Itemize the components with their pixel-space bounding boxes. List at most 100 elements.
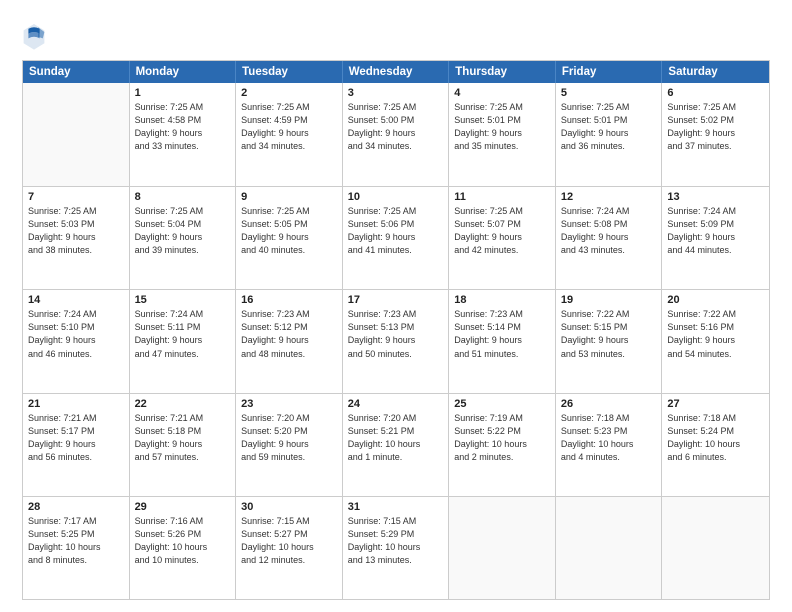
day-number: 26 (561, 398, 657, 410)
calendar-cell: 9 Sunrise: 7:25 AM Sunset: 5:05 PM Daylig… (236, 187, 343, 289)
calendar-cell (556, 497, 663, 599)
calendar-cell: 22 Sunrise: 7:21 AM Sunset: 5:18 PM Dayli… (130, 394, 237, 496)
calendar-cell: 2 Sunrise: 7:25 AM Sunset: 4:59 PM Daylig… (236, 83, 343, 186)
calendar-cell: 3 Sunrise: 7:25 AM Sunset: 5:00 PM Daylig… (343, 83, 450, 186)
day-number: 4 (454, 87, 550, 99)
day-info: Sunrise: 7:25 AM Sunset: 5:04 PM Dayligh… (135, 205, 231, 257)
day-number: 21 (28, 398, 124, 410)
calendar-week: 1 Sunrise: 7:25 AM Sunset: 4:58 PM Daylig… (23, 83, 769, 186)
day-info: Sunrise: 7:20 AM Sunset: 5:21 PM Dayligh… (348, 412, 444, 464)
calendar-cell: 23Sunrise: 7:20 AM Sunset: 5:20 PM Dayli… (236, 394, 343, 496)
day-info: Sunrise: 7:25 AM Sunset: 5:05 PM Dayligh… (241, 205, 337, 257)
day-number: 9 (241, 191, 337, 203)
day-info: Sunrise: 7:23 AM Sunset: 5:12 PM Dayligh… (241, 308, 337, 360)
day-info: Sunrise: 7:24 AM Sunset: 5:10 PM Dayligh… (28, 308, 124, 360)
day-info: Sunrise: 7:22 AM Sunset: 5:16 PM Dayligh… (667, 308, 764, 360)
day-number: 24 (348, 398, 444, 410)
day-info: Sunrise: 7:18 AM Sunset: 5:24 PM Dayligh… (667, 412, 764, 464)
day-info: Sunrise: 7:21 AM Sunset: 5:17 PM Dayligh… (28, 412, 124, 464)
calendar-cell: 21 Sunrise: 7:21 AM Sunset: 5:17 PM Dayli… (23, 394, 130, 496)
day-number: 13 (667, 191, 764, 203)
calendar-week: 28 Sunrise: 7:17 AM Sunset: 5:25 PM Dayli… (23, 496, 769, 599)
day-info: Sunrise: 7:23 AM Sunset: 5:13 PM Dayligh… (348, 308, 444, 360)
calendar-cell: 27 Sunrise: 7:18 AM Sunset: 5:24 PM Dayli… (662, 394, 769, 496)
calendar-cell: 11 Sunrise: 7:25 AM Sunset: 5:07 PM Dayli… (449, 187, 556, 289)
day-info: Sunrise: 7:24 AM Sunset: 5:09 PM Dayligh… (667, 205, 764, 257)
calendar-cell: 29 Sunrise: 7:16 AM Sunset: 5:26 PM Dayli… (130, 497, 237, 599)
weekday-header: Wednesday (343, 61, 450, 83)
calendar: SundayMondayTuesdayWednesdayThursdayFrid… (22, 60, 770, 600)
day-number: 20 (667, 294, 764, 306)
calendar-cell: 14 Sunrise: 7:24 AM Sunset: 5:10 PM Dayli… (23, 290, 130, 392)
day-info: Sunrise: 7:16 AM Sunset: 5:26 PM Dayligh… (135, 515, 231, 567)
day-number: 6 (667, 87, 764, 99)
calendar-cell (662, 497, 769, 599)
calendar-cell: 1 Sunrise: 7:25 AM Sunset: 4:58 PM Daylig… (130, 83, 237, 186)
day-info: Sunrise: 7:25 AM Sunset: 5:01 PM Dayligh… (561, 101, 657, 153)
calendar-cell: 30Sunrise: 7:15 AM Sunset: 5:27 PM Dayli… (236, 497, 343, 599)
day-number: 30 (241, 501, 337, 513)
calendar-cell: 10 Sunrise: 7:25 AM Sunset: 5:06 PM Dayli… (343, 187, 450, 289)
day-info: Sunrise: 7:25 AM Sunset: 5:07 PM Dayligh… (454, 205, 550, 257)
weekday-header: Sunday (23, 61, 130, 83)
day-number: 5 (561, 87, 657, 99)
day-info: Sunrise: 7:17 AM Sunset: 5:25 PM Dayligh… (28, 515, 124, 567)
calendar-cell: 6 Sunrise: 7:25 AM Sunset: 5:02 PM Daylig… (662, 83, 769, 186)
day-info: Sunrise: 7:25 AM Sunset: 5:01 PM Dayligh… (454, 101, 550, 153)
calendar-cell (23, 83, 130, 186)
day-number: 16 (241, 294, 337, 306)
calendar-body: 1 Sunrise: 7:25 AM Sunset: 4:58 PM Daylig… (23, 83, 769, 599)
day-number: 18 (454, 294, 550, 306)
day-number: 14 (28, 294, 124, 306)
page-header (22, 18, 770, 50)
calendar-cell: 7 Sunrise: 7:25 AM Sunset: 5:03 PM Daylig… (23, 187, 130, 289)
day-info: Sunrise: 7:21 AM Sunset: 5:18 PM Dayligh… (135, 412, 231, 464)
calendar-cell: 17 Sunrise: 7:23 AM Sunset: 5:13 PM Dayli… (343, 290, 450, 392)
weekday-header: Saturday (662, 61, 769, 83)
day-number: 11 (454, 191, 550, 203)
day-info: Sunrise: 7:24 AM Sunset: 5:08 PM Dayligh… (561, 205, 657, 257)
day-info: Sunrise: 7:25 AM Sunset: 4:59 PM Dayligh… (241, 101, 337, 153)
day-number: 1 (135, 87, 231, 99)
day-info: Sunrise: 7:25 AM Sunset: 5:00 PM Dayligh… (348, 101, 444, 153)
day-info: Sunrise: 7:19 AM Sunset: 5:22 PM Dayligh… (454, 412, 550, 464)
calendar-cell: 25Sunrise: 7:19 AM Sunset: 5:22 PM Dayli… (449, 394, 556, 496)
day-number: 3 (348, 87, 444, 99)
weekday-header: Friday (556, 61, 663, 83)
calendar-cell: 15 Sunrise: 7:24 AM Sunset: 5:11 PM Dayli… (130, 290, 237, 392)
calendar-cell: 31Sunrise: 7:15 AM Sunset: 5:29 PM Dayli… (343, 497, 450, 599)
calendar-cell: 5 Sunrise: 7:25 AM Sunset: 5:01 PM Daylig… (556, 83, 663, 186)
day-number: 22 (135, 398, 231, 410)
day-info: Sunrise: 7:25 AM Sunset: 4:58 PM Dayligh… (135, 101, 231, 153)
calendar-cell (449, 497, 556, 599)
weekday-header: Monday (130, 61, 237, 83)
day-info: Sunrise: 7:25 AM Sunset: 5:03 PM Dayligh… (28, 205, 124, 257)
day-number: 31 (348, 501, 444, 513)
calendar-cell: 26Sunrise: 7:18 AM Sunset: 5:23 PM Dayli… (556, 394, 663, 496)
calendar-cell: 20 Sunrise: 7:22 AM Sunset: 5:16 PM Dayli… (662, 290, 769, 392)
day-number: 29 (135, 501, 231, 513)
calendar-cell: 12Sunrise: 7:24 AM Sunset: 5:08 PM Dayli… (556, 187, 663, 289)
day-number: 17 (348, 294, 444, 306)
day-info: Sunrise: 7:20 AM Sunset: 5:20 PM Dayligh… (241, 412, 337, 464)
day-info: Sunrise: 7:25 AM Sunset: 5:02 PM Dayligh… (667, 101, 764, 153)
calendar-cell: 8Sunrise: 7:25 AM Sunset: 5:04 PM Daylig… (130, 187, 237, 289)
day-number: 2 (241, 87, 337, 99)
day-number: 10 (348, 191, 444, 203)
day-info: Sunrise: 7:22 AM Sunset: 5:15 PM Dayligh… (561, 308, 657, 360)
calendar-cell: 19 Sunrise: 7:22 AM Sunset: 5:15 PM Dayli… (556, 290, 663, 392)
calendar-cell: 4 Sunrise: 7:25 AM Sunset: 5:01 PM Daylig… (449, 83, 556, 186)
calendar-cell: 18Sunrise: 7:23 AM Sunset: 5:14 PM Dayli… (449, 290, 556, 392)
day-number: 7 (28, 191, 124, 203)
day-info: Sunrise: 7:24 AM Sunset: 5:11 PM Dayligh… (135, 308, 231, 360)
weekday-header: Thursday (449, 61, 556, 83)
calendar-cell: 13 Sunrise: 7:24 AM Sunset: 5:09 PM Dayli… (662, 187, 769, 289)
calendar-week: 7 Sunrise: 7:25 AM Sunset: 5:03 PM Daylig… (23, 186, 769, 289)
day-info: Sunrise: 7:25 AM Sunset: 5:06 PM Dayligh… (348, 205, 444, 257)
day-number: 27 (667, 398, 764, 410)
day-number: 15 (135, 294, 231, 306)
calendar-cell: 16 Sunrise: 7:23 AM Sunset: 5:12 PM Dayli… (236, 290, 343, 392)
calendar-week: 21 Sunrise: 7:21 AM Sunset: 5:17 PM Dayli… (23, 393, 769, 496)
day-number: 19 (561, 294, 657, 306)
day-number: 28 (28, 501, 124, 513)
